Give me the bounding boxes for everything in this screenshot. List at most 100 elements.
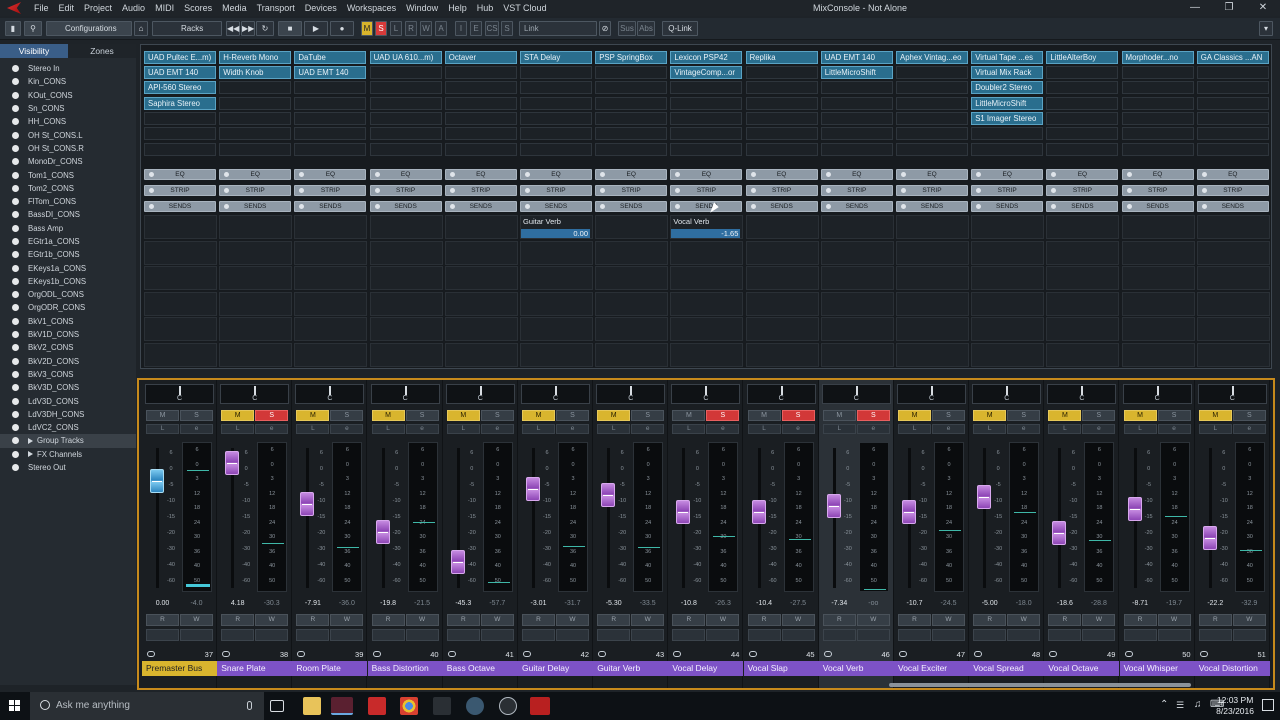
solo-button[interactable]: S: [1157, 410, 1191, 421]
mute-button[interactable]: M: [973, 410, 1007, 421]
listen-button[interactable]: L: [973, 424, 1007, 434]
insert-slot[interactable]: Replika: [745, 51, 818, 64]
send-slot[interactable]: [444, 240, 518, 265]
strip-bypass-led-icon[interactable]: [1126, 188, 1132, 193]
eq-bypass-led-icon[interactable]: [374, 172, 380, 177]
listen-button[interactable]: L: [1198, 424, 1232, 434]
read-automation-button[interactable]: R: [747, 614, 781, 626]
eq-section-button[interactable]: EQ: [444, 169, 517, 180]
sends-section-button[interactable]: SENDS: [1046, 201, 1119, 212]
system-clock[interactable]: 12:03 PM 8/23/2016: [1216, 695, 1254, 717]
send-slot[interactable]: [144, 317, 217, 341]
volume-icon[interactable]: ♫: [1194, 699, 1202, 710]
peak-value[interactable]: -31.7: [556, 600, 589, 607]
sends-bypass-led-icon[interactable]: [825, 204, 831, 209]
menu-item-hub[interactable]: Hub: [472, 3, 499, 13]
channel-name[interactable]: Vocal Distortion: [1194, 661, 1270, 676]
volume-value[interactable]: 4.18: [221, 600, 254, 607]
send-slot[interactable]: [971, 291, 1045, 316]
listen-button[interactable]: L: [898, 424, 931, 434]
read-automation-button[interactable]: R: [822, 614, 856, 626]
send-slot[interactable]: [896, 317, 969, 341]
record-icon[interactable]: ●: [330, 21, 354, 36]
sends-bypass-led-icon[interactable]: [299, 204, 305, 209]
strip-bypass-led-icon[interactable]: [825, 188, 831, 193]
insert-slot[interactable]: [294, 97, 367, 110]
insert-slot[interactable]: [1046, 143, 1119, 156]
volume-fader[interactable]: [1202, 525, 1217, 550]
send-slot[interactable]: [1121, 342, 1195, 367]
write-automation-button[interactable]: W: [556, 614, 589, 626]
volume-value[interactable]: -18.6: [1048, 600, 1081, 607]
sends-bypass-led-icon[interactable]: [449, 204, 455, 209]
close-icon[interactable]: ✕: [1246, 0, 1280, 16]
write-automation-button[interactable]: W: [1232, 614, 1266, 626]
solo-button[interactable]: S: [631, 410, 665, 421]
insert-slot[interactable]: [595, 81, 668, 94]
insert-slot[interactable]: [670, 112, 743, 125]
insert-slot[interactable]: Aphex Vintag...eo: [896, 51, 968, 64]
insert-slot[interactable]: [820, 127, 893, 140]
strip-bypass-led-icon[interactable]: [525, 188, 530, 193]
insert-slot[interactable]: [1121, 66, 1194, 79]
insert-slot[interactable]: [745, 81, 818, 94]
sus-button[interactable]: Sus: [618, 21, 636, 36]
send-slot[interactable]: [444, 317, 518, 341]
send-slot[interactable]: [520, 240, 593, 265]
visibility-item[interactable]: BkV1_CONS: [0, 315, 136, 328]
channel-option-slot[interactable]: [973, 629, 1007, 641]
visibility-item[interactable]: BassDI_CONS: [0, 208, 136, 221]
visibility-toggle-icon[interactable]: [12, 158, 19, 166]
strip-section-button[interactable]: STRIP: [896, 185, 968, 196]
send-slot[interactable]: [1046, 215, 1120, 239]
write-automation-button[interactable]: W: [932, 614, 965, 626]
sends-section-button[interactable]: SENDS: [971, 201, 1044, 212]
send-level-slider[interactable]: -1.65: [671, 229, 741, 238]
read-automation-button[interactable]: R: [597, 614, 631, 626]
visibility-toggle-icon[interactable]: [12, 224, 19, 232]
edit-button[interactable]: e: [330, 424, 364, 434]
insert-slot[interactable]: Saphira Stereo: [144, 97, 216, 110]
channel-name[interactable]: Vocal Spread: [969, 661, 1045, 676]
insert-slot[interactable]: [369, 143, 442, 156]
listen-button[interactable]: L: [1123, 424, 1157, 434]
edit-button[interactable]: e: [255, 424, 289, 434]
channel-option-slot[interactable]: [371, 629, 405, 641]
rewind-icon[interactable]: ◀◀: [226, 21, 240, 36]
minimize-icon[interactable]: —: [1178, 0, 1212, 16]
insert-slot[interactable]: [1196, 127, 1269, 140]
app-k-icon[interactable]: [368, 697, 386, 715]
visibility-item[interactable]: Tom1_CONS: [0, 168, 136, 181]
volume-value[interactable]: 0.00: [146, 600, 179, 607]
volume-value[interactable]: -10.4: [748, 600, 781, 607]
insert-slot[interactable]: [820, 143, 893, 156]
notifications-icon[interactable]: [1262, 699, 1274, 711]
send-slot[interactable]: [294, 266, 368, 290]
insert-slot[interactable]: [971, 143, 1044, 156]
insert-slot[interactable]: LittleMicroShift: [820, 66, 893, 79]
insert-slot[interactable]: [971, 127, 1044, 140]
left-zone-toggle-button[interactable]: ▮: [5, 21, 21, 36]
eq-bypass-led-icon[interactable]: [1201, 172, 1207, 177]
channel-option-slot[interactable]: [932, 629, 965, 641]
insert-slot[interactable]: [144, 112, 216, 125]
insert-slot[interactable]: Morphoder...no: [1121, 51, 1194, 64]
volume-value[interactable]: -22.2: [1199, 600, 1232, 607]
mute-button[interactable]: M: [672, 410, 706, 421]
send-slot[interactable]: [820, 266, 894, 290]
visibility-item[interactable]: Tom2_CONS: [0, 182, 136, 195]
channel-name[interactable]: Vocal Whisper: [1119, 661, 1195, 676]
sends-bypass-led-icon[interactable]: [1201, 204, 1207, 209]
restore-icon[interactable]: ❐: [1212, 0, 1246, 16]
write-automation-button[interactable]: W: [1082, 614, 1116, 626]
channel-name[interactable]: Guitar Verb: [593, 661, 669, 676]
insert-slot[interactable]: [1196, 112, 1269, 125]
visibility-item[interactable]: EKeys1b_CONS: [0, 275, 136, 288]
strip-section-button[interactable]: STRIP: [369, 185, 442, 196]
eq-section-button[interactable]: EQ: [219, 169, 292, 180]
solo-button[interactable]: S: [480, 410, 514, 421]
visibility-item[interactable]: Stereo Out: [0, 461, 136, 474]
listen-button[interactable]: L: [672, 424, 706, 434]
send-slot[interactable]: [1196, 342, 1270, 367]
insert-slot[interactable]: H-Reverb Mono: [219, 51, 292, 64]
